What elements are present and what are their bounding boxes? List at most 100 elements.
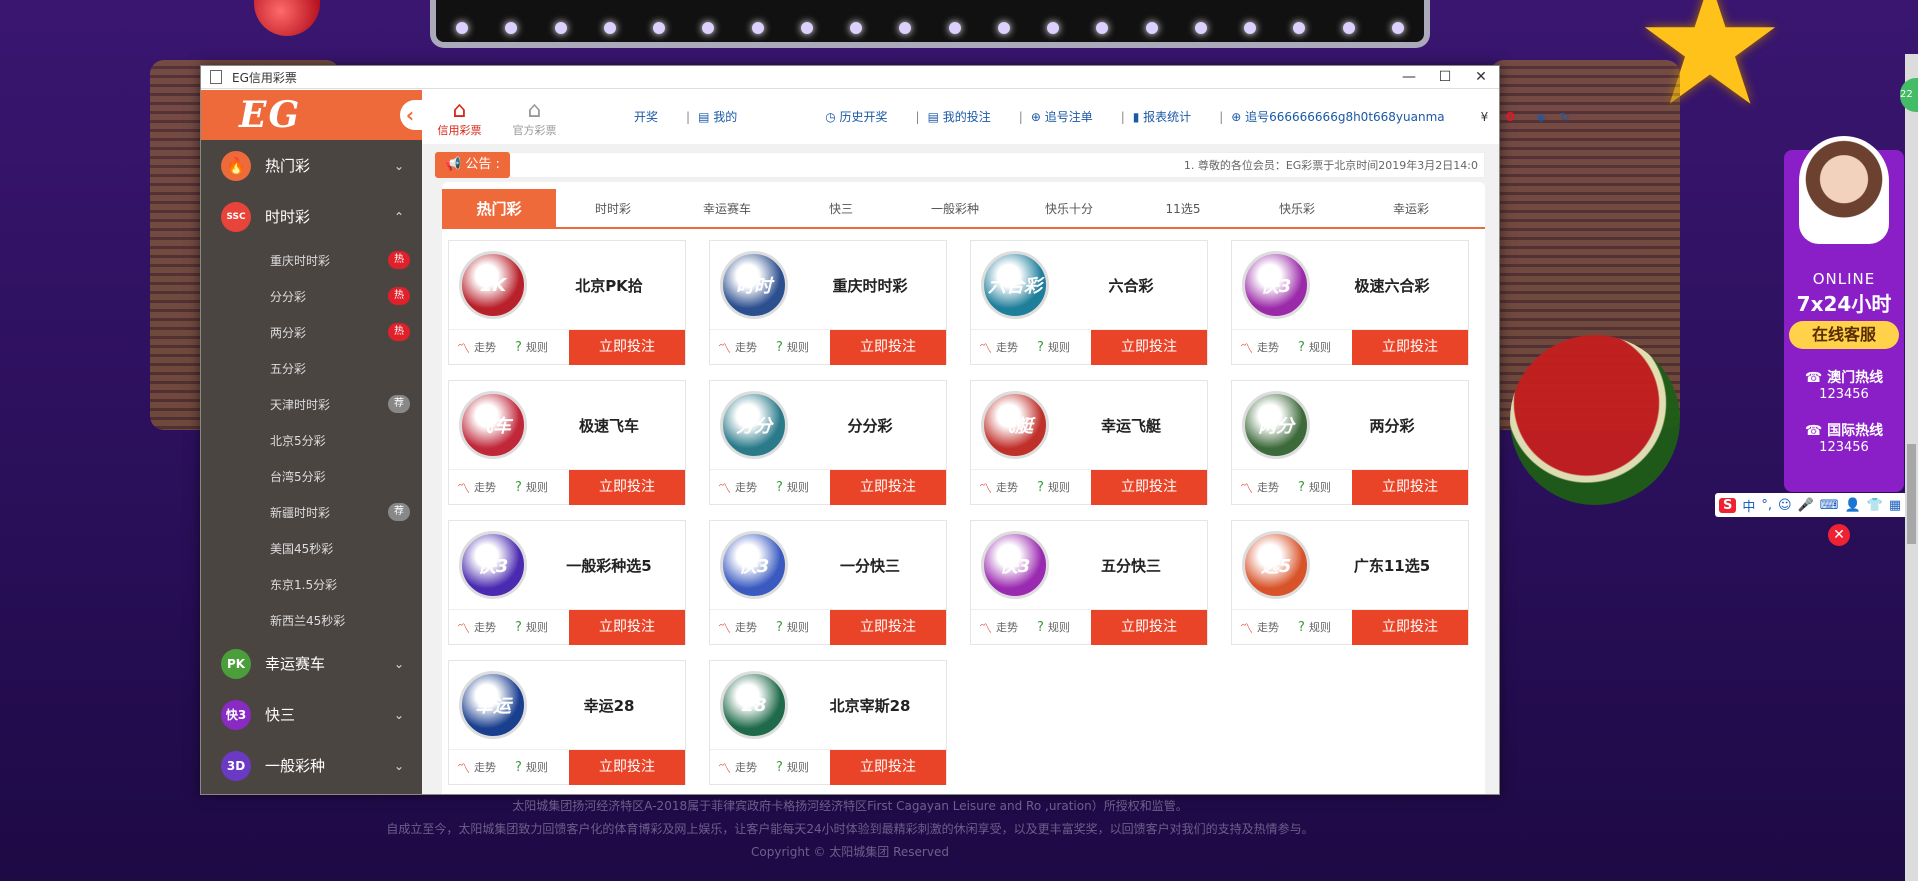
sidebar-subitem[interactable]: 新西兰45秒彩 xyxy=(201,602,422,638)
rules-link[interactable]: ? 规则 xyxy=(1029,339,1087,355)
side-pill[interactable]: 22 xyxy=(1900,78,1918,112)
rules-link[interactable]: ? 规则 xyxy=(768,759,826,775)
rules-link[interactable]: ? 规则 xyxy=(1290,339,1348,355)
maximize-button[interactable]: ☐ xyxy=(1427,69,1463,85)
intl-hotline[interactable]: ☎ 国际热线 xyxy=(1784,420,1904,440)
bet-now-button[interactable]: 立即投注 xyxy=(569,329,685,365)
lottery-tab[interactable]: 快乐十分 xyxy=(1012,189,1126,227)
link-report[interactable]: ▮ 报表统计 xyxy=(1133,108,1205,125)
sidebar-category[interactable]: 3D 一般彩种 ⌄ xyxy=(201,740,422,791)
ime-item[interactable]: 中 xyxy=(1742,496,1755,515)
collapse-sidebar-button[interactable]: ‹ xyxy=(400,100,422,130)
trend-link[interactable]: 〽走势 xyxy=(710,758,768,777)
sidebar-subitem[interactable]: 分分彩 热 xyxy=(201,278,422,314)
rules-link[interactable]: ? 规则 xyxy=(507,479,565,495)
game-card[interactable]: 1K 北京PK拾〽走势? 规则 立即投注 xyxy=(448,240,686,365)
game-card[interactable]: 选5 广东11选5 〽走势? 规则 立即投注 xyxy=(1231,520,1469,645)
link-my-bets[interactable]: ▤ 我的投注 xyxy=(928,108,1005,125)
trend-link[interactable]: 〽走势 xyxy=(1232,338,1290,357)
link-mine[interactable]: ▤ 我的 xyxy=(698,108,751,125)
game-card[interactable]: 分分 分分彩〽走势? 规则 立即投注 xyxy=(709,380,947,505)
game-card[interactable]: 两分 两分彩〽走势? 规则 立即投注 xyxy=(1231,380,1469,505)
lottery-tab[interactable]: 热门彩 xyxy=(442,189,556,227)
rules-link[interactable]: ? 规则 xyxy=(1029,479,1087,495)
game-card[interactable]: 六合彩 六合彩〽走势? 规则 立即投注 xyxy=(970,240,1208,365)
bet-now-button[interactable]: 立即投注 xyxy=(569,469,685,505)
close-button[interactable]: ✕ xyxy=(1463,69,1499,85)
sidebar-subitem[interactable]: 新疆时时彩 荐 xyxy=(201,494,422,530)
ime-item[interactable]: ☺ xyxy=(1778,498,1792,513)
bet-now-button[interactable]: 立即投注 xyxy=(830,749,946,785)
close-widget-button[interactable]: ✕ xyxy=(1828,524,1850,546)
sidebar-subitem[interactable]: 台湾5分彩 xyxy=(201,458,422,494)
rules-link[interactable]: ? 规则 xyxy=(768,479,826,495)
refresh-icon[interactable]: ↻ xyxy=(1560,110,1570,124)
ime-item[interactable]: ⌨ xyxy=(1820,498,1839,513)
lottery-tab[interactable]: 幸运彩 xyxy=(1354,189,1468,227)
game-card[interactable]: 28 北京宰斯28 〽走势? 规则 立即投注 xyxy=(709,660,947,785)
trend-link[interactable]: 〽走势 xyxy=(1232,478,1290,497)
trend-link[interactable]: 〽走势 xyxy=(449,618,507,637)
game-card[interactable]: 时时 重庆时时彩〽走势? 规则 立即投注 xyxy=(709,240,947,365)
sidebar-subitem[interactable]: 天津时时彩 荐 xyxy=(201,386,422,422)
rules-link[interactable]: ? 规则 xyxy=(1290,479,1348,495)
lottery-tab[interactable]: 快三 xyxy=(784,189,898,227)
ime-item[interactable]: °, xyxy=(1761,498,1772,513)
minimize-button[interactable]: — xyxy=(1391,69,1427,85)
bet-now-button[interactable]: 立即投注 xyxy=(1091,469,1207,505)
bet-now-button[interactable]: 立即投注 xyxy=(1091,329,1207,365)
bet-now-button[interactable]: 立即投注 xyxy=(1352,609,1468,645)
rules-link[interactable]: ? 规则 xyxy=(1290,619,1348,635)
link-account[interactable]: ⊕ 追号666666666g8h0t668yuanma xyxy=(1231,108,1458,125)
rules-link[interactable]: ? 规则 xyxy=(507,339,565,355)
online-service-button[interactable]: 在线客服 xyxy=(1789,321,1899,349)
bet-now-button[interactable]: 立即投注 xyxy=(830,609,946,645)
sidebar-subitem[interactable]: 五分彩 xyxy=(201,350,422,386)
bet-now-button[interactable]: 立即投注 xyxy=(1091,609,1207,645)
sidebar-subitem[interactable]: 美国45秒彩 xyxy=(201,530,422,566)
tab-official-lottery[interactable]: ⌂ 官方彩票 xyxy=(497,100,572,138)
game-card[interactable]: 幸运 幸运28 〽走势? 规则 立即投注 xyxy=(448,660,686,785)
trend-link[interactable]: 〽走势 xyxy=(971,618,1029,637)
rules-link[interactable]: ? 规则 xyxy=(507,619,565,635)
lottery-tab[interactable]: 幸运赛车 xyxy=(670,189,784,227)
page-scrollbar[interactable] xyxy=(1905,54,1918,881)
rules-link[interactable]: ? 规则 xyxy=(768,339,826,355)
sidebar-category[interactable]: SSC 时时彩 ⌃ xyxy=(201,191,422,242)
link-chase[interactable]: ⊕ 追号注单 xyxy=(1031,108,1107,125)
sidebar-subitem[interactable]: 北京5分彩 xyxy=(201,422,422,458)
link-history[interactable]: ◷ 历史开奖 xyxy=(825,108,901,125)
trend-link[interactable]: 〽走势 xyxy=(710,338,768,357)
rules-link[interactable]: ? 规则 xyxy=(507,759,565,775)
link-draw[interactable]: 开奖 xyxy=(634,108,672,125)
trend-link[interactable]: 〽走势 xyxy=(449,758,507,777)
trend-link[interactable]: 〽走势 xyxy=(710,478,768,497)
bet-now-button[interactable]: 立即投注 xyxy=(569,749,685,785)
tab-credit-lottery[interactable]: ⌂ 信用彩票 xyxy=(422,100,497,138)
game-card[interactable]: 快3 五分快三〽走势? 规则 立即投注 xyxy=(970,520,1208,645)
sidebar-subitem[interactable]: 两分彩 热 xyxy=(201,314,422,350)
eye-icon[interactable]: ◈ xyxy=(1536,110,1545,124)
bet-now-button[interactable]: 立即投注 xyxy=(1352,329,1468,365)
ime-item[interactable]: 🎤 xyxy=(1798,498,1814,513)
game-card[interactable]: 飞车 极速飞车〽走势? 规则 立即投注 xyxy=(448,380,686,505)
game-card[interactable]: 飞艇 幸运飞艇〽走势? 规则 立即投注 xyxy=(970,380,1208,505)
lottery-tab[interactable]: 一般彩种 xyxy=(898,189,1012,227)
sidebar-category[interactable]: 快3 快三 ⌄ xyxy=(201,689,422,740)
sidebar-category[interactable]: PK 幸运赛车 ⌄ xyxy=(201,638,422,689)
macau-hotline[interactable]: ☎ 澳门热线 xyxy=(1784,367,1904,387)
sidebar-category[interactable]: 🔥 热门彩 ⌄ xyxy=(201,140,422,191)
ime-item[interactable]: 👕 xyxy=(1867,498,1883,513)
game-card[interactable]: 快3 一般彩种选5 〽走势? 规则 立即投注 xyxy=(448,520,686,645)
bet-now-button[interactable]: 立即投注 xyxy=(1352,469,1468,505)
rules-link[interactable]: ? 规则 xyxy=(768,619,826,635)
bet-now-button[interactable]: 立即投注 xyxy=(569,609,685,645)
bet-now-button[interactable]: 立即投注 xyxy=(830,469,946,505)
trend-link[interactable]: 〽走势 xyxy=(971,338,1029,357)
scrollbar-thumb[interactable] xyxy=(1907,444,1916,544)
game-card[interactable]: 快3 极速六合彩〽走势? 规则 立即投注 xyxy=(1231,240,1469,365)
trend-link[interactable]: 〽走势 xyxy=(971,478,1029,497)
bet-now-button[interactable]: 立即投注 xyxy=(830,329,946,365)
trend-link[interactable]: 〽走势 xyxy=(1232,618,1290,637)
game-card[interactable]: 快3 一分快三〽走势? 规则 立即投注 xyxy=(709,520,947,645)
